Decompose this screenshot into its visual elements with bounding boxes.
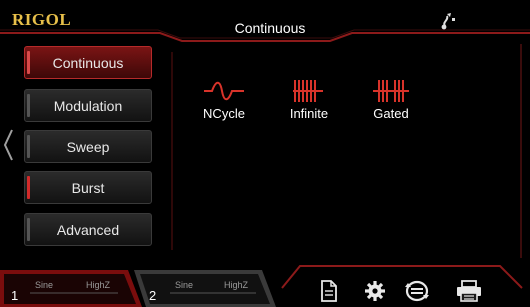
channel-number: 2 (149, 288, 157, 303)
usb-icon (441, 13, 455, 30)
sync-icon[interactable] (404, 280, 430, 302)
gear-icon[interactable] (364, 280, 386, 302)
printer-icon[interactable] (456, 280, 482, 302)
sidebar-item-advanced[interactable]: Advanced (24, 213, 152, 246)
gated-burst-icon (373, 80, 409, 102)
left-arrow-icon[interactable] (2, 128, 14, 162)
channel-number: 1 (11, 288, 19, 303)
ncycle-wave-icon (204, 81, 244, 101)
channel-2-tab[interactable]: 2 Sine HighZ (140, 267, 276, 307)
mode-gated[interactable]: Gated (356, 78, 426, 121)
channel-waveform: Sine (175, 280, 194, 290)
sidebar-item-label: Continuous (52, 54, 124, 71)
sidebar-item-continuous[interactable]: Continuous (24, 46, 152, 79)
mode-infinite[interactable]: Infinite (274, 78, 344, 121)
mode-label: NCycle (203, 106, 245, 121)
channel-impedance: HighZ (224, 280, 249, 290)
rigol-logo: RIGOL (12, 10, 72, 29)
header: RIGOL Continuous (0, 0, 530, 42)
mode-label: Infinite (289, 106, 329, 121)
document-icon[interactable] (319, 280, 339, 302)
sidebar: Continuous Modulation Sweep Burst Advanc… (16, 44, 162, 254)
channel-1-tab[interactable]: 1 Sine HighZ (0, 267, 140, 307)
page-title: Continuous (234, 20, 306, 36)
sidebar-item-sweep[interactable]: Sweep (24, 130, 152, 163)
sidebar-item-modulation[interactable]: Modulation (24, 89, 152, 122)
sidebar-item-label: Burst (71, 179, 105, 196)
infinite-burst-icon (293, 80, 323, 102)
channel-impedance: HighZ (86, 280, 111, 290)
sidebar-item-burst[interactable]: Burst (24, 171, 152, 204)
bottom-bar: 1 Sine HighZ 2 Sine HighZ (0, 262, 530, 307)
mode-label: Gated (373, 106, 409, 121)
mode-ncycle[interactable]: NCycle (189, 78, 259, 121)
sidebar-item-label: Sweep (66, 138, 110, 155)
channel-waveform: Sine (35, 280, 54, 290)
sidebar-item-label: Advanced (56, 221, 120, 238)
sidebar-item-label: Modulation (53, 97, 123, 114)
screen: RIGOL Continuous Continuous Modulation S… (0, 0, 530, 307)
